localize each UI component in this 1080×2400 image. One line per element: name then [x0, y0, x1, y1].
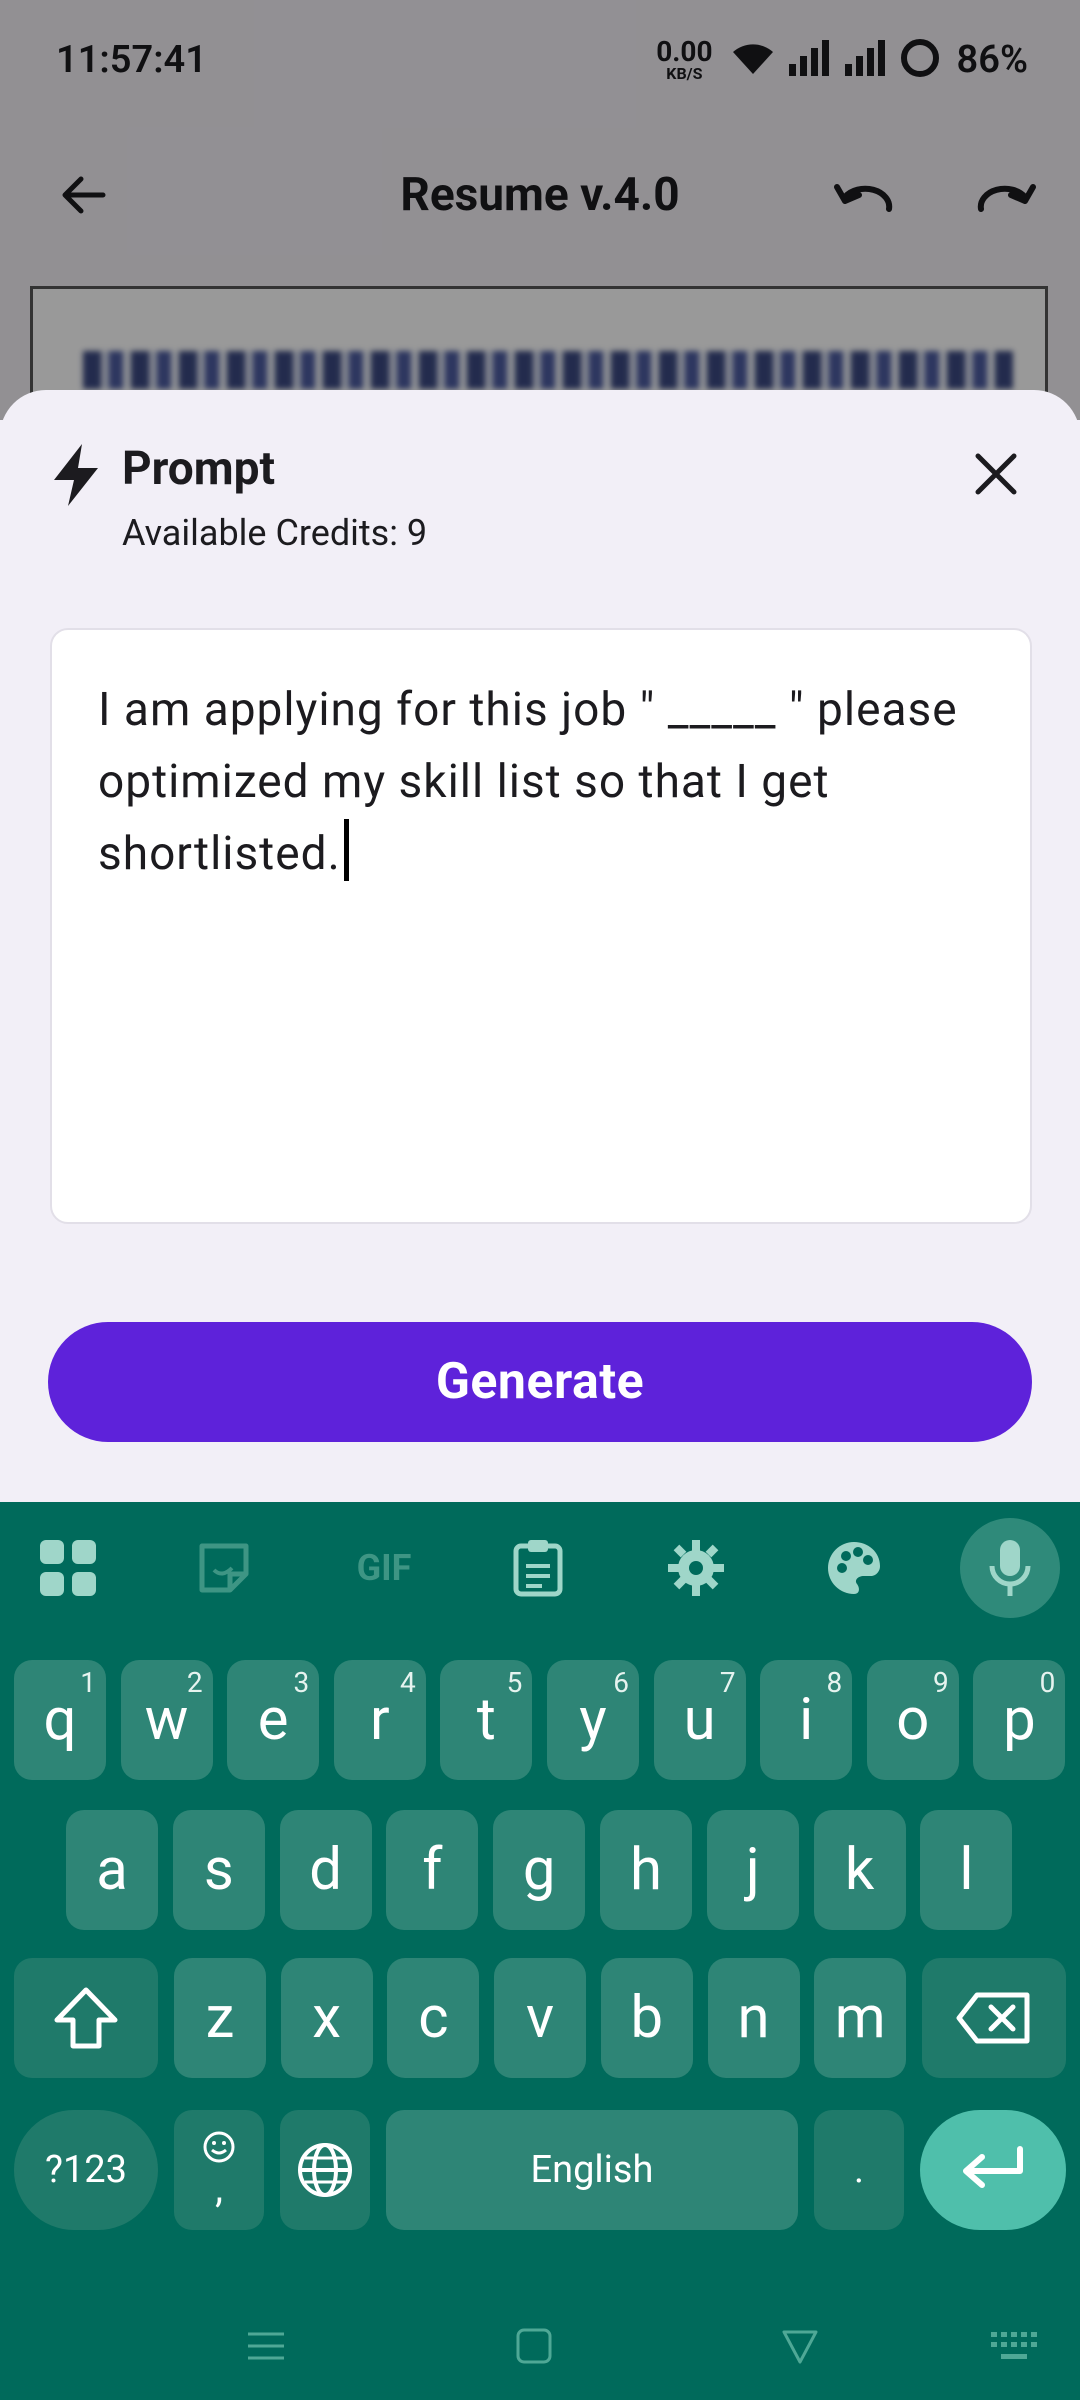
- key-z[interactable]: z: [174, 1958, 266, 2078]
- key-v[interactable]: v: [494, 1958, 587, 2078]
- sticker-icon[interactable]: [186, 1530, 262, 1606]
- key-q[interactable]: q1: [14, 1660, 106, 1780]
- key-o[interactable]: o9: [866, 1660, 959, 1780]
- space-key[interactable]: English: [386, 2110, 798, 2230]
- key-d[interactable]: d: [279, 1810, 372, 1930]
- key-g[interactable]: g: [493, 1810, 586, 1930]
- key-x[interactable]: x: [280, 1958, 373, 2078]
- close-icon[interactable]: [960, 438, 1032, 510]
- palette-icon[interactable]: [816, 1530, 892, 1606]
- key-n[interactable]: n: [707, 1958, 800, 2078]
- period-key[interactable]: .: [814, 2110, 904, 2230]
- key-a[interactable]: a: [66, 1810, 158, 1930]
- enter-key[interactable]: [920, 2110, 1066, 2230]
- soft-keyboard: GIF q1w2e3r4t5y6u7i8o9p0 asdfghjkl zxcvb…: [0, 1502, 1080, 2400]
- keyboard-toolbar: GIF: [0, 1502, 1080, 1632]
- apps-grid-icon[interactable]: [30, 1530, 106, 1606]
- sheet-title: Prompt: [122, 442, 276, 496]
- modal-scrim[interactable]: [0, 0, 1080, 420]
- backspace-icon: [956, 1992, 1030, 2044]
- back-triangle-icon[interactable]: [770, 2316, 830, 2376]
- key-p[interactable]: p0: [973, 1660, 1066, 1780]
- prompt-sheet: Prompt Available Credits: 9 I am applyin…: [0, 390, 1080, 1502]
- symbols-key[interactable]: ?123: [14, 2110, 158, 2230]
- emoji-icon: [203, 2131, 235, 2162]
- language-key[interactable]: [280, 2110, 370, 2230]
- enter-icon: [963, 2146, 1023, 2188]
- key-e[interactable]: e3: [227, 1660, 320, 1780]
- key-y[interactable]: y6: [547, 1660, 639, 1780]
- mic-icon: [989, 1540, 1031, 1596]
- prompt-input[interactable]: I am applying for this job " _____ " ple…: [50, 628, 1032, 1224]
- gif-icon[interactable]: GIF: [342, 1530, 426, 1606]
- clipboard-icon[interactable]: [500, 1530, 576, 1606]
- mic-button[interactable]: [960, 1518, 1060, 1618]
- backspace-key[interactable]: [922, 1958, 1066, 2078]
- key-w[interactable]: w2: [120, 1660, 213, 1780]
- bolt-icon: [48, 442, 104, 508]
- key-k[interactable]: k: [813, 1810, 906, 1930]
- menu-icon[interactable]: [236, 2316, 296, 2376]
- key-t[interactable]: t5: [440, 1660, 533, 1780]
- key-s[interactable]: s: [172, 1810, 265, 1930]
- system-nav-bar: [0, 2280, 1080, 2400]
- generate-button[interactable]: Generate: [48, 1322, 1032, 1442]
- globe-icon: [298, 2143, 352, 2197]
- home-icon[interactable]: [504, 2316, 564, 2376]
- prompt-input-value: I am applying for this job " _____ " ple…: [98, 683, 958, 881]
- key-i[interactable]: i8: [760, 1660, 853, 1780]
- shift-icon: [54, 1987, 118, 2049]
- key-c[interactable]: c: [387, 1958, 480, 2078]
- key-m[interactable]: m: [814, 1958, 907, 2078]
- key-f[interactable]: f: [386, 1810, 479, 1930]
- text-caret: [343, 819, 349, 881]
- key-j[interactable]: j: [706, 1810, 799, 1930]
- editor-background: 11:57:41 0.00 KB/S 86% Resume v.4.0: [0, 0, 1080, 486]
- emoji-comma-key[interactable]: ,: [174, 2110, 264, 2230]
- key-b[interactable]: b: [600, 1958, 693, 2078]
- key-l[interactable]: l: [920, 1810, 1013, 1930]
- available-credits: Available Credits: 9: [122, 512, 428, 554]
- shift-key[interactable]: [14, 1958, 158, 2078]
- key-u[interactable]: u7: [653, 1660, 746, 1780]
- key-h[interactable]: h: [600, 1810, 692, 1930]
- keyboard-hide-icon[interactable]: [984, 2316, 1044, 2376]
- key-r[interactable]: r4: [333, 1660, 426, 1780]
- settings-icon[interactable]: [658, 1530, 734, 1606]
